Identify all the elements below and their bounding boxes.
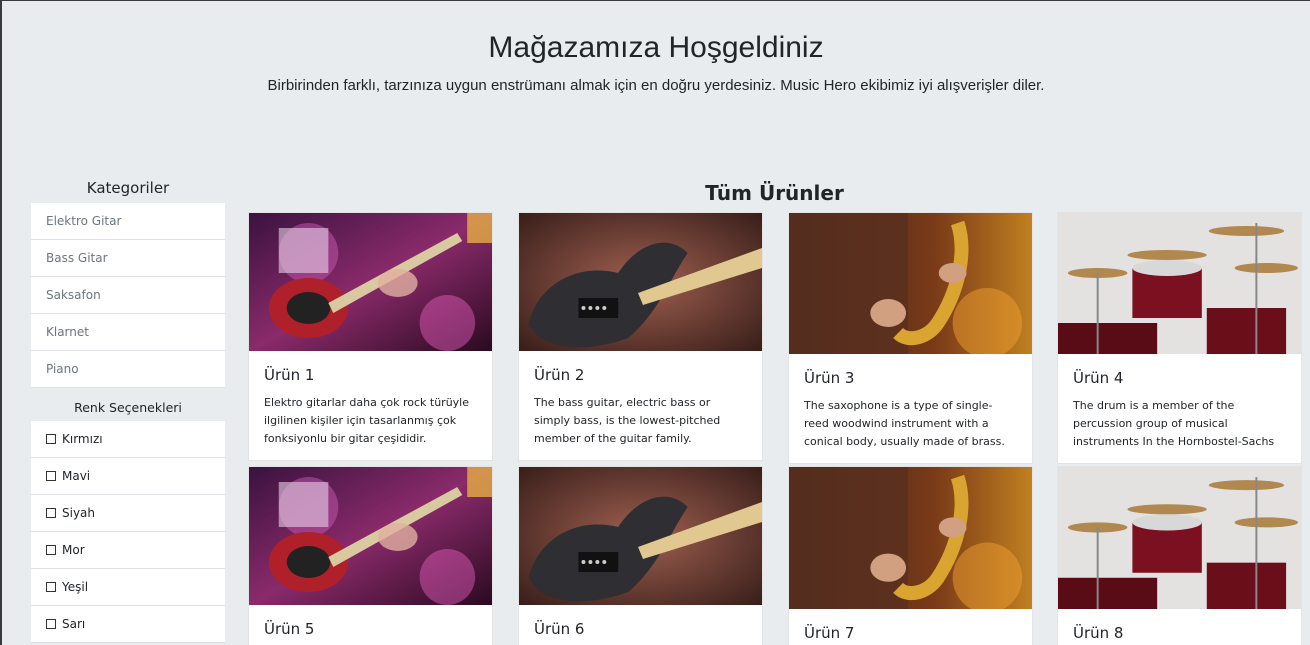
electric-guitar-image (249, 467, 492, 605)
category-item[interactable]: Piano (31, 351, 225, 388)
bass-guitar-image (519, 213, 762, 351)
product-title: Ürün 6 (534, 620, 585, 638)
product-title: Ürün 1 (264, 366, 315, 384)
product-description: The saxophone is a type of single-reed w… (804, 399, 1005, 448)
color-list: Kırmızı Mavi Siyah Mor Yeşil Sarı (31, 421, 225, 643)
page-title: Mağazamıza Hoşgeldiniz (488, 31, 824, 64)
category-item[interactable]: Saksafon (31, 277, 225, 314)
color-checkbox[interactable] (46, 545, 56, 555)
product-title: Ürün 4 (1073, 369, 1124, 387)
product-card[interactable]: Ürün 2 The bass guitar, electric bass or… (518, 212, 763, 461)
page-subtitle: Birbirinden farklı, tarzınıza uygun enst… (267, 77, 1045, 94)
categories-title: Kategoriler (86, 179, 170, 197)
category-label: Bass Gitar (46, 251, 108, 265)
product-card[interactable]: Ürün 6 (518, 466, 763, 645)
product-title: Ürün 3 (804, 369, 855, 387)
product-title: Ürün 2 (534, 366, 585, 384)
product-title: Ürün 8 (1073, 624, 1124, 642)
color-checkbox[interactable] (46, 582, 56, 592)
color-label: Sarı (62, 617, 86, 631)
drum-kit-image (1058, 467, 1301, 609)
category-label: Klarnet (46, 325, 89, 339)
color-option[interactable]: Mor (31, 532, 225, 569)
product-description: Elektro gitarlar daha çok rock türüyle i… (264, 396, 470, 445)
drum-kit-image (1058, 213, 1301, 354)
category-item[interactable]: Klarnet (31, 314, 225, 351)
category-label: Elektro Gitar (46, 214, 122, 228)
electric-guitar-image (249, 213, 492, 351)
color-label: Mavi (62, 469, 91, 483)
product-description: The bass guitar, electric bass or simply… (534, 396, 721, 445)
product-title: Ürün 5 (264, 620, 315, 638)
product-card[interactable]: Ürün 7 (788, 466, 1033, 645)
category-item[interactable]: Elektro Gitar (31, 203, 225, 240)
product-card[interactable]: Ürün 4 The drum is a member of the percu… (1057, 212, 1302, 464)
color-option[interactable]: Siyah (31, 495, 225, 532)
colors-title: Renk Seçenekleri (74, 400, 182, 415)
category-label: Saksafon (46, 288, 101, 302)
color-option[interactable]: Sarı (31, 606, 225, 643)
color-checkbox[interactable] (46, 434, 56, 444)
saxophone-image (789, 467, 1032, 609)
color-checkbox[interactable] (46, 508, 56, 518)
color-option[interactable]: Kırmızı (31, 421, 225, 458)
category-label: Piano (46, 362, 79, 376)
sidebar: Kategoriler Elektro Gitar Bass Gitar Sak… (31, 179, 225, 643)
product-card[interactable]: Ürün 8 (1057, 466, 1302, 645)
product-card[interactable]: Ürün 5 (248, 466, 493, 645)
product-description: The drum is a member of the percussion g… (1073, 399, 1275, 448)
product-grid: Ürün 1 Elektro gitarlar daha çok rock tü… (248, 212, 1308, 645)
color-label: Kırmızı (62, 432, 103, 446)
color-checkbox[interactable] (46, 471, 56, 481)
product-title: Ürün 7 (804, 624, 855, 642)
product-card[interactable]: Ürün 3 The saxophone is a type of single… (788, 212, 1033, 464)
category-list: Elektro Gitar Bass Gitar Saksafon Klarne… (31, 203, 225, 388)
products-title: Tüm Ürünler (705, 181, 844, 205)
bass-guitar-image (519, 467, 762, 605)
jumbotron: Mağazamıza Hoşgeldiniz Birbirinden farkl… (2, 1, 1310, 151)
color-option[interactable]: Mavi (31, 458, 225, 495)
color-label: Yeşil (62, 580, 89, 594)
product-card[interactable]: Ürün 1 Elektro gitarlar daha çok rock tü… (248, 212, 493, 461)
category-item[interactable]: Bass Gitar (31, 240, 225, 277)
color-label: Mor (62, 543, 85, 557)
saxophone-image (789, 213, 1032, 354)
color-option[interactable]: Yeşil (31, 569, 225, 606)
color-label: Siyah (62, 506, 96, 520)
color-checkbox[interactable] (46, 619, 56, 629)
